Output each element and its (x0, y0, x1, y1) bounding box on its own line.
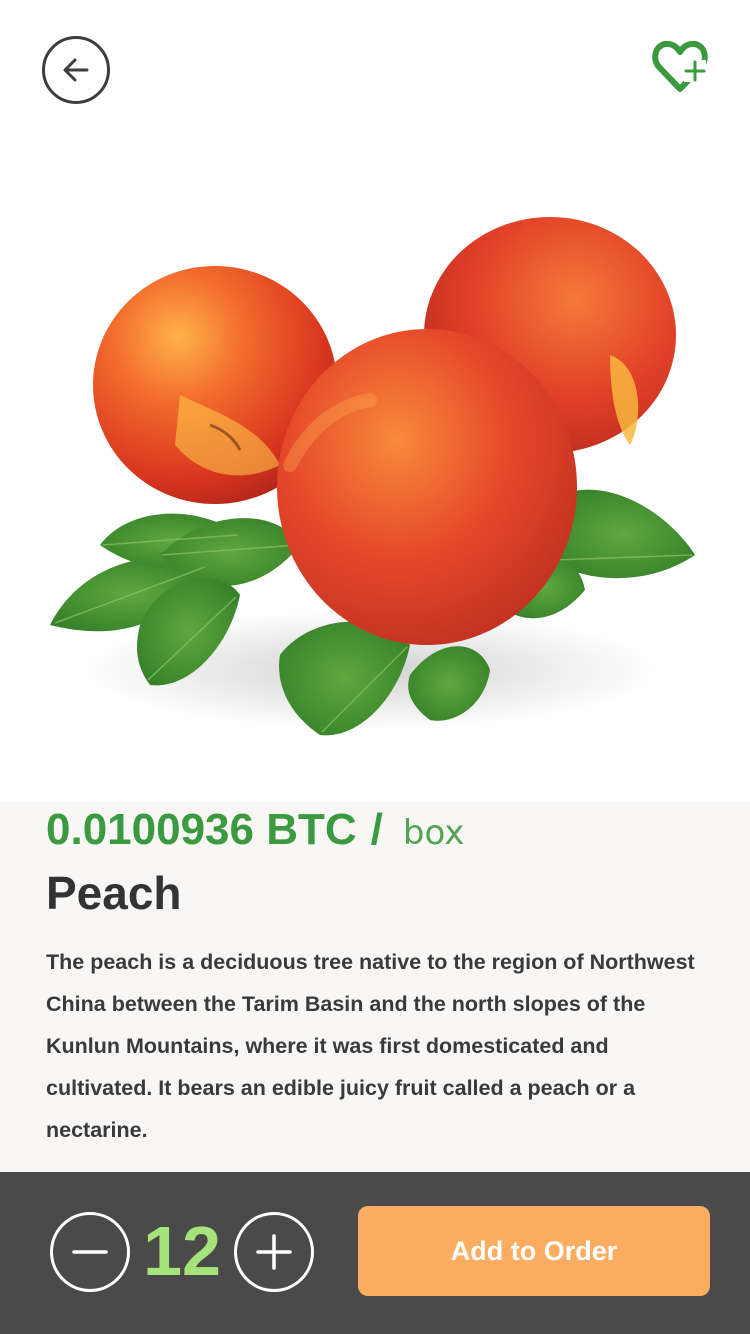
add-to-order-label: Add to Order (450, 1235, 618, 1266)
heart-plus-icon (652, 40, 708, 92)
quantity-value: 12 (143, 1212, 221, 1290)
back-button[interactable] (42, 36, 110, 104)
product-name: Peach (46, 867, 182, 919)
price-separator: / (370, 805, 383, 854)
plus-icon (256, 1234, 292, 1270)
add-to-favorites-button[interactable] (650, 36, 712, 98)
add-to-order-button[interactable]: Add to Order (358, 1206, 710, 1296)
price-line: 0.0100936 BTC / box (46, 805, 464, 861)
increase-quantity-button[interactable] (234, 1212, 314, 1292)
product-image (40, 215, 710, 760)
arrow-left-icon (63, 58, 89, 82)
minus-icon (72, 1250, 108, 1254)
decrease-quantity-button[interactable] (50, 1212, 130, 1292)
product-description: The peach is a deciduous tree native to … (46, 950, 695, 1142)
price-value: 0.0100936 BTC (46, 805, 357, 854)
price-unit: box (402, 813, 465, 853)
